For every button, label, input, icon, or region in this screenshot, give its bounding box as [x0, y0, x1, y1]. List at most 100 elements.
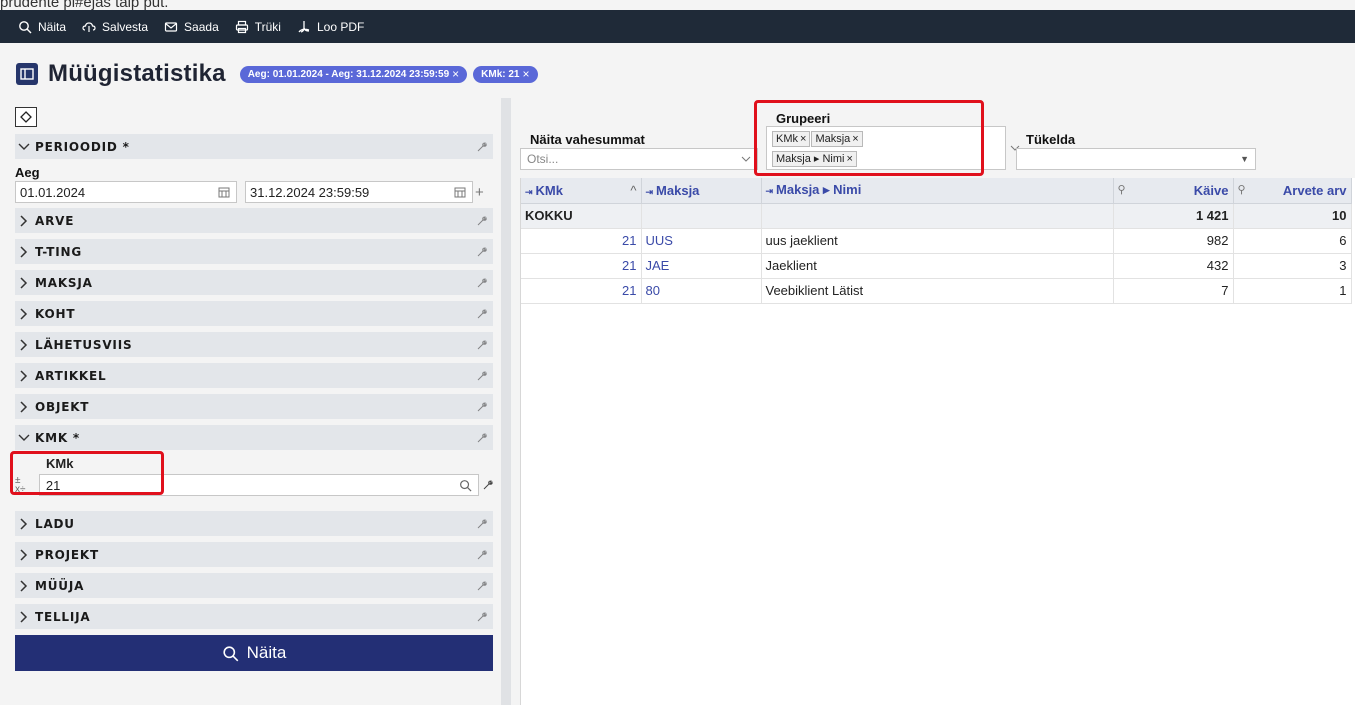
kmk-filter: KMk ± x÷ 21: [10, 451, 493, 506]
date-from-value: 01.01.2024: [20, 184, 86, 200]
section-label: PROJEKT: [35, 547, 99, 562]
section-t-ting[interactable]: T-TING: [15, 239, 493, 265]
cell-maksja[interactable]: JAE: [641, 253, 762, 279]
toolbar: Näita Salvesta Saada Trüki Loo PDF: [0, 10, 1355, 43]
section-periods[interactable]: PERIOODID *: [15, 134, 493, 160]
wrench-icon[interactable]: [477, 246, 487, 257]
section-label: LADU: [35, 516, 75, 531]
cell-maksja[interactable]: UUS: [641, 228, 762, 254]
section-artikkel[interactable]: ARTIKKEL: [15, 363, 493, 389]
collapse-filters-button[interactable]: [15, 107, 37, 127]
search-icon: [19, 20, 32, 33]
subtotals-placeholder: Otsi...: [527, 152, 559, 166]
pin-icon[interactable]: ⇥: [766, 186, 774, 196]
wrench-icon[interactable]: [477, 215, 487, 226]
toolbar-show-label: Näita: [38, 19, 67, 34]
highlight-box-group: [754, 100, 984, 176]
column-title: Arvete arv: [1282, 182, 1347, 198]
calendar-icon[interactable]: [218, 186, 230, 198]
toolbar-save-button[interactable]: Salvesta: [82, 20, 148, 34]
column-header-arvete-arv[interactable]: ⚲ Arvete arv: [1233, 178, 1352, 204]
results-panel: Näita vahesummat Otsi... Grupeeri KMk × Ma…: [520, 98, 1355, 705]
filter-chip-period[interactable]: Aeg: 01.01.2024 - Aeg: 31.12.2024 23:59:…: [239, 65, 468, 83]
toolbar-save-label: Salvesta: [102, 19, 149, 34]
filter-chip-kmk-label: KMk: 21: [481, 68, 520, 80]
chevron-right-icon: [17, 548, 31, 562]
wrench-icon[interactable]: [477, 611, 487, 622]
column-header-kaive[interactable]: ⚲ Käive: [1113, 178, 1234, 204]
toolbar-pdf-label: Loo PDF: [316, 19, 365, 34]
highlight-box-kmk: [10, 451, 164, 495]
title-row: Müügistatistika Aeg: 01.01.2024 - Aeg: 3…: [16, 56, 538, 92]
cell-maksja[interactable]: 80: [641, 278, 762, 304]
section-projekt[interactable]: PROJEKT: [15, 542, 493, 568]
wrench-icon[interactable]: [483, 480, 493, 490]
pin-icon[interactable]: ⇥: [525, 187, 533, 197]
toolbar-print-label: Trüki: [254, 19, 281, 34]
toolbar-show-button[interactable]: Näita: [18, 20, 66, 34]
chevron-right-icon: [17, 579, 31, 593]
wrench-icon[interactable]: [477, 518, 487, 529]
table-row: 21 JAE Jaeklient 432 3: [521, 253, 1352, 279]
section-arve[interactable]: ARVE: [15, 208, 493, 234]
plus-icon[interactable]: +: [475, 184, 484, 201]
section-label: OBJEKT: [35, 399, 90, 414]
total-row: KOKKU 1 421 10: [521, 203, 1352, 229]
panel-toggle-icon[interactable]: [16, 63, 38, 85]
filter-chip-kmk[interactable]: KMk: 21 ×: [473, 65, 538, 83]
date-from-input[interactable]: 01.01.2024: [15, 181, 237, 203]
calendar-icon[interactable]: [454, 186, 466, 198]
close-icon[interactable]: ×: [523, 67, 530, 81]
section-koht[interactable]: KOHT: [15, 301, 493, 327]
split-select[interactable]: ▼: [1016, 148, 1256, 170]
cloud-icon: [82, 21, 96, 32]
wrench-icon[interactable]: [477, 308, 487, 319]
wrench-icon[interactable]: [477, 370, 487, 381]
close-icon[interactable]: ×: [452, 67, 459, 81]
cell-kmk[interactable]: 21: [521, 228, 642, 254]
section-tellija[interactable]: TELLIJA: [15, 604, 493, 630]
filter-panel: PERIOODID * Aeg 01.01.2024 31.12.2024 23…: [10, 107, 493, 671]
wrench-icon[interactable]: [477, 549, 487, 560]
cell-kmk[interactable]: 21: [521, 253, 642, 279]
toolbar-send-button[interactable]: Saada: [164, 20, 219, 34]
toolbar-pdf-button[interactable]: Loo PDF: [297, 20, 364, 34]
toolbar-print-button[interactable]: Trüki: [235, 20, 281, 34]
cell-nimi: uus jaeklient: [761, 228, 1114, 254]
wrench-icon[interactable]: [477, 432, 487, 443]
table-cell: [761, 203, 1114, 229]
wrench-icon[interactable]: [477, 339, 487, 350]
cell-kaive: 7: [1113, 278, 1234, 304]
section-objekt[interactable]: OBJEKT: [15, 394, 493, 420]
wrench-icon[interactable]: [477, 141, 487, 152]
column-header-nimi[interactable]: ⇥ Maksja ▸ Nimi: [761, 178, 1114, 204]
date-range: 01.01.2024 31.12.2024 23:59:59 +: [15, 181, 493, 203]
wrench-icon[interactable]: [477, 401, 487, 412]
subtotals-select[interactable]: Otsi...: [520, 148, 758, 170]
wrench-icon[interactable]: [477, 580, 487, 591]
cell-kmk[interactable]: 21: [521, 278, 642, 304]
section-maksja[interactable]: MAKSJA: [15, 270, 493, 296]
cropped-caption: prudente pi#ejas taip put.: [0, 0, 169, 11]
chevron-down-icon: [741, 156, 751, 162]
column-header-kmk[interactable]: ⇥ KMk ^: [521, 178, 642, 204]
wrench-icon[interactable]: ⚲: [1238, 183, 1246, 196]
section-ladu[interactable]: LADU: [15, 511, 493, 537]
aeg-label: Aeg: [15, 165, 40, 180]
section-kmk[interactable]: KMK *: [15, 425, 493, 451]
table-row: 21 80 Veebiklient Lätist 7 1: [521, 278, 1352, 304]
column-header-maksja[interactable]: ⇥ Maksja: [641, 178, 762, 204]
panel-splitter[interactable]: [501, 98, 511, 705]
section-lahetusviis[interactable]: LÄHETUSVIIS: [15, 332, 493, 358]
wrench-icon[interactable]: [477, 277, 487, 288]
date-to-input[interactable]: 31.12.2024 23:59:59: [245, 181, 473, 203]
chevron-right-icon: [17, 517, 31, 531]
cell-kaive: 432: [1113, 253, 1234, 279]
show-results-button[interactable]: Näita: [15, 635, 493, 671]
wrench-icon[interactable]: ⚲: [1118, 183, 1126, 196]
search-icon[interactable]: [459, 479, 472, 492]
section-muuja[interactable]: MÜÜJA: [15, 573, 493, 599]
page-title: Müügistatistika: [48, 60, 226, 87]
sort-asc-icon[interactable]: ^: [630, 183, 636, 198]
pin-icon[interactable]: ⇥: [646, 187, 654, 197]
